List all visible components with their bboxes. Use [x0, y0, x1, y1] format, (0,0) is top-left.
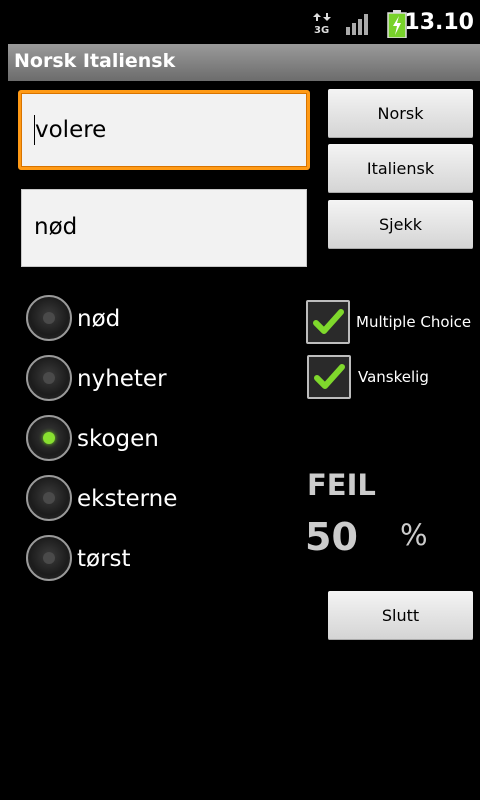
error-label: FEIL: [307, 468, 376, 502]
vanskelig-checkbox[interactable]: [307, 355, 351, 399]
status-time: 13.10: [404, 10, 474, 35]
word-input[interactable]: volere: [18, 90, 310, 170]
app-title: Norsk Italiensk: [14, 50, 176, 72]
radio-label: eksterne: [77, 486, 178, 512]
radio-button[interactable]: [26, 535, 72, 581]
status-bar: 3G 13.10: [0, 0, 480, 44]
radio-button[interactable]: [26, 475, 72, 521]
vanskelig-label: Vanskelig: [358, 368, 429, 386]
multiple-choice-checkbox[interactable]: [306, 300, 350, 344]
checkmark-icon: [313, 309, 344, 334]
network-3g-icon: 3G: [313, 13, 331, 34]
checkmark-icon: [314, 364, 345, 389]
error-percentage: 50: [305, 515, 358, 559]
norsk-button[interactable]: Norsk: [328, 89, 473, 138]
radio-label: nød: [77, 306, 121, 332]
radio-label: nyheter: [77, 366, 167, 392]
answer-input-value: nød: [34, 214, 78, 240]
sjekk-button[interactable]: Sjekk: [328, 200, 473, 249]
radio-label: skogen: [77, 426, 159, 452]
answer-input[interactable]: nød: [21, 189, 307, 267]
word-input-value: volere: [35, 117, 107, 143]
radio-button[interactable]: [26, 295, 72, 341]
signal-strength-icon: [346, 14, 368, 35]
multiple-choice-label: Multiple Choice: [356, 313, 472, 331]
slutt-button[interactable]: Slutt: [328, 591, 473, 640]
title-bar: Norsk Italiensk: [8, 44, 480, 81]
radio-button[interactable]: [26, 355, 72, 401]
svg-text:3G: 3G: [314, 25, 329, 34]
italiensk-button[interactable]: Italiensk: [328, 144, 473, 193]
percent-sign: %: [400, 518, 428, 552]
radio-button-selected[interactable]: [26, 415, 72, 461]
radio-label: tørst: [77, 546, 131, 572]
